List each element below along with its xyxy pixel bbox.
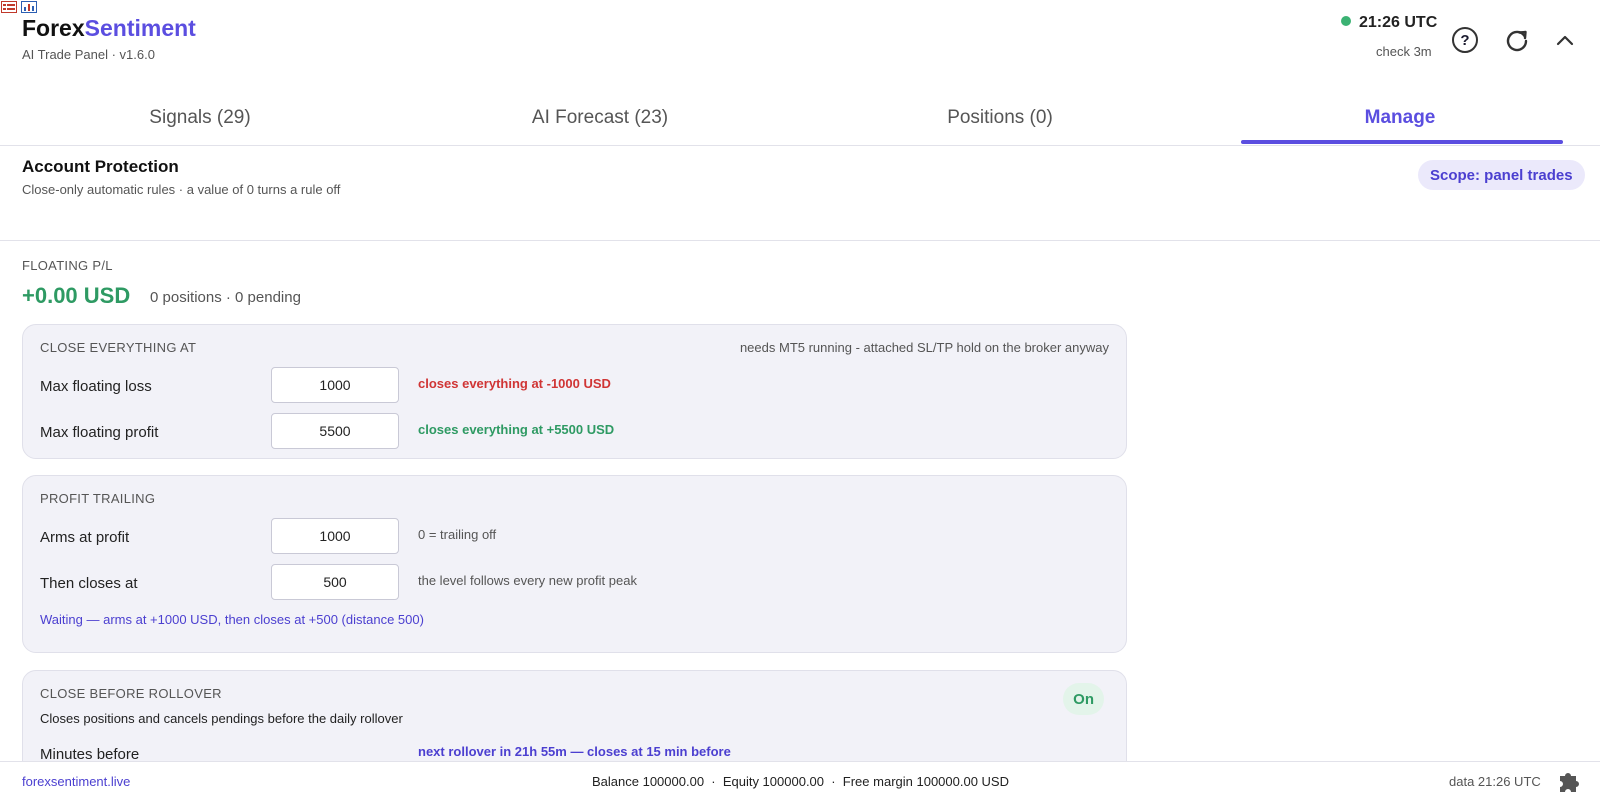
max-profit-hint: closes everything at +5500 USD (418, 422, 615, 437)
card-title: CLOSE BEFORE ROLLOVER (40, 686, 222, 701)
section-subtitle: Close-only automatic rules · a value of … (22, 182, 341, 197)
section-header: Account Protection Close-only automatic … (0, 147, 1600, 241)
chevron-up-icon[interactable] (1551, 27, 1579, 55)
card-note: needs MT5 running - attached SL/TP hold … (739, 340, 1109, 355)
account-summary: Balance 100000.00 · Equity 100000.00 · F… (592, 774, 1009, 789)
tab-manage[interactable]: Manage (1200, 90, 1600, 146)
brand-logo: ForexSentiment (22, 15, 196, 41)
profit-trailing-card: PROFIT TRAILING Arms at profit 0 = trail… (22, 475, 1127, 653)
then-closes-label: Then closes at (40, 575, 138, 592)
data-timestamp: data 21:26 UTC (1449, 774, 1541, 789)
help-icon[interactable]: ? (1452, 27, 1478, 53)
main-tabs: Signals (29) AI Forecast (23) Positions … (0, 90, 1600, 146)
floating-pl-label: FLOATING P/L (22, 258, 113, 273)
status-footer: forexsentiment.live Balance 100000.00 · … (0, 761, 1600, 800)
site-link[interactable]: forexsentiment.live (22, 774, 130, 789)
arms-hint: 0 = trailing off (418, 527, 497, 542)
app-header: ForexSentiment AI Trade Panel · v1.6.0 2… (0, 0, 1600, 84)
tab-ai-forecast[interactable]: AI Forecast (23) (400, 90, 800, 146)
card-title: PROFIT TRAILING (40, 491, 156, 506)
arms-label: Arms at profit (40, 529, 130, 546)
scope-badge[interactable]: Scope: panel trades (1418, 160, 1585, 190)
check-interval: check 3m (1376, 44, 1432, 59)
then-closes-input[interactable] (271, 564, 399, 600)
rollover-hint: next rollover in 21h 55m — closes at 15 … (418, 744, 731, 759)
card-title: CLOSE EVERYTHING AT (40, 340, 197, 355)
rollover-description: Closes positions and cancels pendings be… (40, 711, 403, 726)
max-loss-label: Max floating loss (40, 378, 152, 395)
max-profit-label: Max floating profit (40, 424, 159, 441)
refresh-icon[interactable] (1503, 27, 1531, 55)
max-loss-input[interactable] (271, 367, 399, 403)
close-everything-card: CLOSE EVERYTHING AT needs MT5 running - … (22, 324, 1127, 459)
floating-pl-meta: 0 positions · 0 pending (150, 289, 301, 306)
arms-input[interactable] (271, 518, 399, 554)
max-loss-hint: closes everything at -1000 USD (418, 376, 611, 391)
clock-time: 21:26 UTC (1359, 14, 1438, 31)
connection-status-dot (1341, 16, 1351, 26)
puzzle-icon[interactable] (1554, 770, 1582, 798)
section-title: Account Protection (22, 157, 179, 176)
trailing-status: Waiting — arms at +1000 USD, then closes… (40, 612, 424, 627)
floating-pl-value: +0.00 USD (22, 283, 131, 308)
then-closes-hint: the level follows every new profit peak (418, 573, 637, 588)
tab-positions[interactable]: Positions (0) (800, 90, 1200, 146)
app-subtitle: AI Trade Panel · v1.6.0 (22, 47, 155, 62)
tab-signals[interactable]: Signals (29) (0, 90, 400, 146)
max-profit-input[interactable] (271, 413, 399, 449)
rollover-toggle[interactable]: On (1063, 683, 1104, 715)
